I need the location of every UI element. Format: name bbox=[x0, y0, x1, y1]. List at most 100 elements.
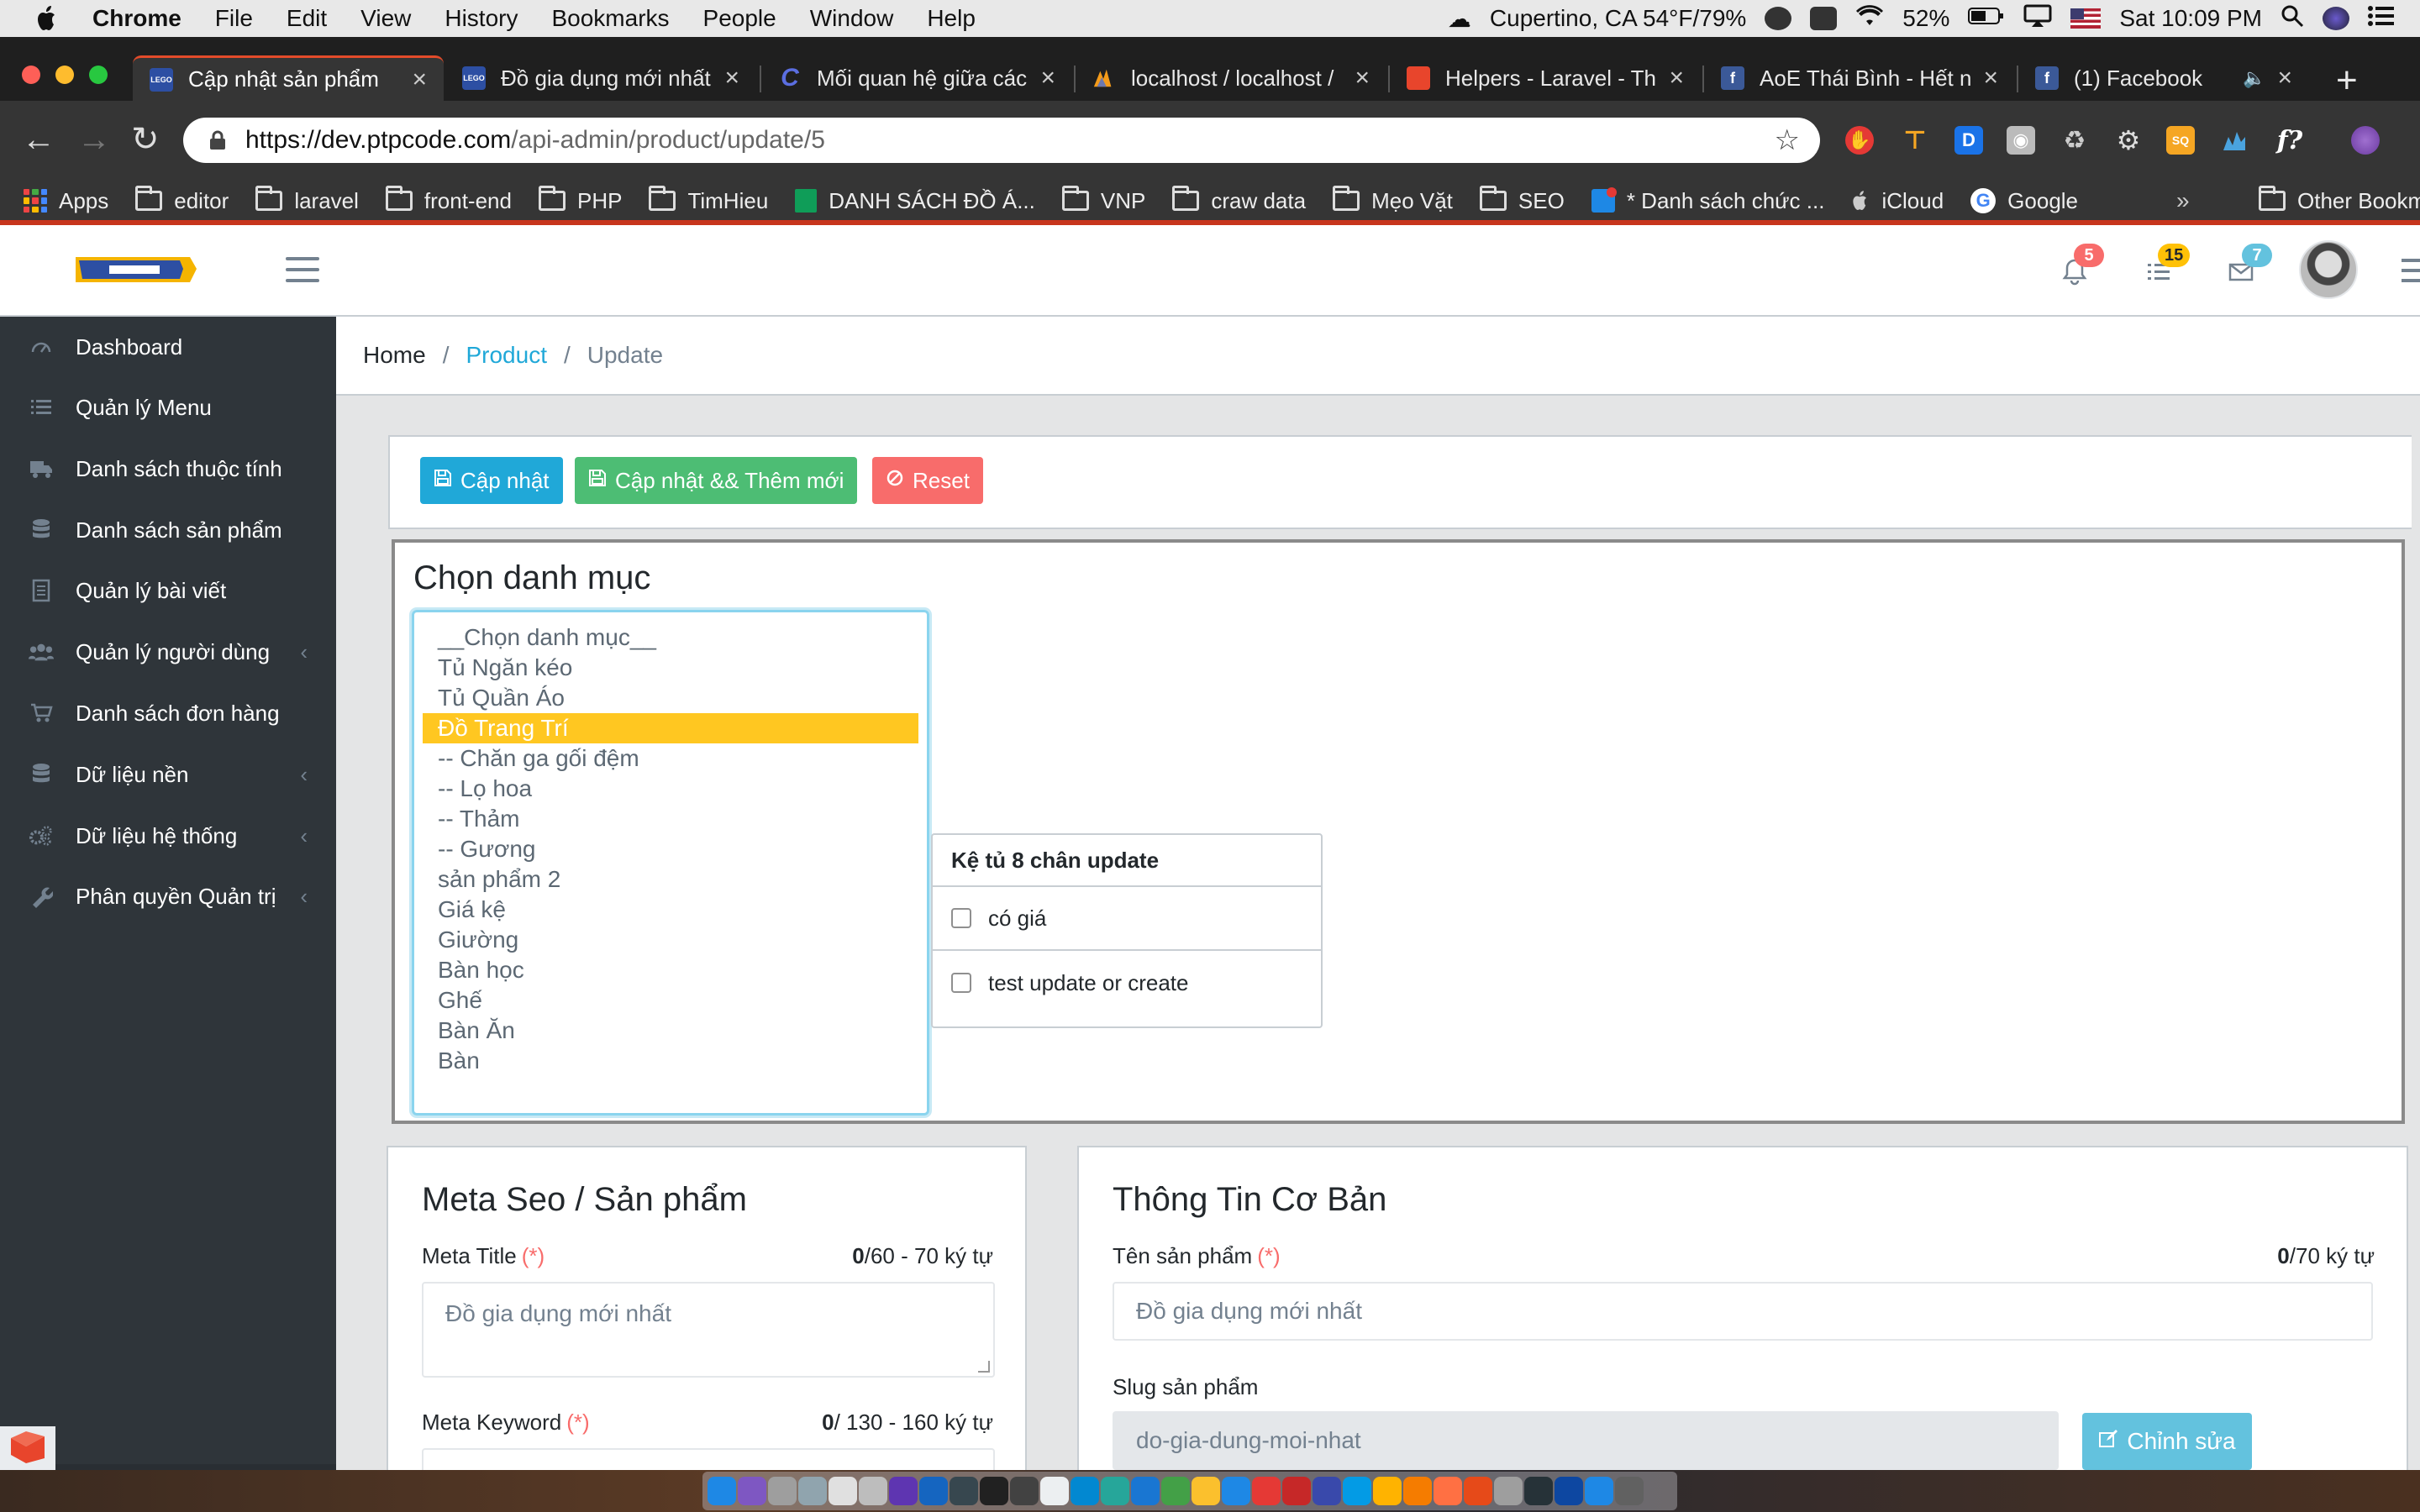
bookmark-editor[interactable]: editor bbox=[135, 186, 229, 214]
category-option[interactable]: __Chọn danh mục__ bbox=[423, 622, 918, 653]
category-option[interactable]: Tủ Ngăn kéo bbox=[423, 653, 918, 683]
product-name-input[interactable]: Đồ gia dụng mới nhất bbox=[1113, 1282, 2373, 1341]
dock-app-icon[interactable] bbox=[738, 1477, 766, 1505]
recycle-extension-icon[interactable]: ♻ bbox=[2060, 126, 2089, 155]
dock-app-icon[interactable] bbox=[1464, 1477, 1492, 1505]
menu-window[interactable]: Window bbox=[810, 5, 894, 32]
category-option[interactable]: Giá kệ bbox=[423, 895, 918, 925]
seoquake-extension-icon[interactable]: SQ bbox=[2166, 126, 2195, 155]
sidebar-item-base-data[interactable]: Dữ liệu nền ‹ bbox=[0, 744, 336, 805]
dock-app-icon[interactable] bbox=[1615, 1477, 1644, 1505]
tab-close-icon[interactable]: × bbox=[412, 66, 427, 94]
edit-slug-button[interactable]: Chỉnh sửa bbox=[2082, 1413, 2252, 1470]
dock-app-icon[interactable] bbox=[1192, 1477, 1220, 1505]
category-option[interactable]: Ghế bbox=[423, 985, 918, 1016]
update-and-new-button[interactable]: Cập nhật && Thêm mới bbox=[575, 457, 858, 504]
attribute-checkbox[interactable] bbox=[951, 908, 971, 928]
bookmark-meo-vat[interactable]: Mẹo Vặt bbox=[1333, 186, 1453, 214]
dock-app-icon[interactable] bbox=[1555, 1477, 1583, 1505]
menu-edit[interactable]: Edit bbox=[287, 5, 327, 32]
bookmark-craw-data[interactable]: craw data bbox=[1172, 186, 1306, 214]
dock-app-icon[interactable] bbox=[980, 1477, 1008, 1505]
dock-app-icon[interactable] bbox=[829, 1477, 857, 1505]
slug-input[interactable]: do-gia-dung-moi-nhat bbox=[1113, 1411, 2059, 1470]
siri-icon[interactable] bbox=[2323, 7, 2349, 30]
dock-app-icon[interactable] bbox=[1313, 1477, 1341, 1505]
attribute-option[interactable]: có giá bbox=[933, 887, 1321, 951]
window-close-button[interactable] bbox=[22, 66, 40, 84]
speaker-icon[interactable]: 🔈 bbox=[2243, 67, 2265, 89]
sidebar-item-attributes[interactable]: Danh sách thuộc tính bbox=[0, 438, 336, 499]
menu-view[interactable]: View bbox=[360, 5, 411, 32]
dock-app-icon[interactable] bbox=[1161, 1477, 1190, 1505]
forward-icon[interactable]: → bbox=[77, 123, 111, 156]
brand-logo[interactable] bbox=[71, 254, 200, 287]
sidebar-item-orders[interactable]: Danh sách đơn hàng bbox=[0, 683, 336, 743]
user-avatar[interactable] bbox=[2299, 240, 2358, 299]
dock-laravel-icon[interactable] bbox=[0, 1426, 55, 1470]
tab-aoe-thai-binh[interactable]: f AoE Thái Bình - Hết n × bbox=[1704, 55, 2015, 101]
dock-app-icon[interactable] bbox=[1403, 1477, 1432, 1505]
bookmarks-overflow-button[interactable]: » bbox=[2176, 187, 2190, 214]
dock-app-icon[interactable] bbox=[1222, 1477, 1250, 1505]
tab-close-icon[interactable]: × bbox=[1983, 64, 1998, 92]
category-option[interactable]: Bàn học bbox=[423, 955, 918, 985]
dock-app-icon[interactable] bbox=[950, 1477, 978, 1505]
chart-extension-icon[interactable] bbox=[2220, 126, 2249, 155]
settings-extension-icon[interactable]: ⚙ bbox=[2114, 125, 2143, 155]
dock-app-icon[interactable] bbox=[1343, 1477, 1371, 1505]
bookmark-other[interactable]: Other Bookmarks bbox=[2259, 186, 2420, 214]
dock-app-icon[interactable] bbox=[1131, 1477, 1160, 1505]
category-option[interactable]: -- Thảm bbox=[423, 804, 918, 834]
back-icon[interactable]: ← bbox=[22, 123, 55, 156]
dock-app-icon[interactable] bbox=[708, 1477, 736, 1505]
sidebar-item-menu[interactable]: Quản lý Menu bbox=[0, 377, 336, 438]
menu-history[interactable]: History bbox=[445, 5, 518, 32]
sidebar-item-users[interactable]: Quản lý người dùng ‹ bbox=[0, 622, 336, 682]
menu-file[interactable]: File bbox=[215, 5, 253, 32]
bookmark-danh-sach-do-an[interactable]: DANH SÁCH ĐỒ Á... bbox=[795, 188, 1035, 214]
sidebar-item-system-data[interactable]: Dữ liệu hệ thống ‹ bbox=[0, 806, 336, 866]
spotlight-search-icon[interactable] bbox=[2281, 4, 2304, 34]
sidebar-item-dashboard[interactable]: Dashboard bbox=[0, 317, 336, 377]
bookmark-apps[interactable]: Apps bbox=[24, 188, 108, 214]
tab-cap-nhat-san-pham[interactable]: LEGO Cập nhật sản phẩm × bbox=[133, 55, 444, 101]
dock-app-icon[interactable] bbox=[1101, 1477, 1129, 1505]
window-zoom-button[interactable] bbox=[89, 66, 108, 84]
sidebar-toggle-button[interactable] bbox=[286, 257, 319, 282]
dock-app-icon[interactable] bbox=[889, 1477, 918, 1505]
bookmark-laravel[interactable]: laravel bbox=[255, 186, 359, 214]
breadcrumb-product[interactable]: Product bbox=[466, 342, 547, 369]
app-menu-chrome[interactable]: Chrome bbox=[92, 5, 182, 32]
tab-helpers-laravel[interactable]: Helpers - Laravel - Th × bbox=[1390, 55, 1701, 101]
tab-close-icon[interactable]: × bbox=[2277, 64, 2292, 92]
battery-percent[interactable]: 52% bbox=[1902, 5, 1949, 32]
airplay-icon[interactable] bbox=[2023, 4, 2052, 34]
category-option[interactable]: -- Gương bbox=[423, 834, 918, 864]
dock-app-icon[interactable] bbox=[1040, 1477, 1069, 1505]
tab-close-icon[interactable]: × bbox=[1669, 64, 1684, 92]
attribute-checkbox[interactable] bbox=[951, 973, 971, 993]
bookmark-seo[interactable]: SEO bbox=[1479, 186, 1565, 214]
apple-menu-icon[interactable] bbox=[32, 3, 62, 34]
tab-moi-quan-he[interactable]: C Mối quan hệ giữa các × bbox=[761, 55, 1072, 101]
tab-localhost-pma[interactable]: localhost / localhost / × bbox=[1076, 55, 1386, 101]
dock-app-icon[interactable] bbox=[1373, 1477, 1402, 1505]
bookmark-timhieu[interactable]: TimHieu bbox=[649, 186, 768, 214]
dock-app-icon[interactable] bbox=[1585, 1477, 1613, 1505]
dock-app-icon[interactable] bbox=[1282, 1477, 1311, 1505]
aside-menu-toggle[interactable] bbox=[2402, 259, 2420, 282]
category-option[interactable]: Giường bbox=[423, 925, 918, 955]
category-option[interactable]: Đồ Trang Trí bbox=[423, 713, 918, 743]
profile-avatar-icon[interactable] bbox=[2351, 126, 2380, 155]
weather-icon[interactable]: ☁ bbox=[1448, 5, 1471, 33]
breadcrumb-home[interactable]: Home bbox=[363, 342, 426, 369]
bookmark-danh-sach-chuc[interactable]: * Danh sách chức ... bbox=[1591, 187, 1824, 214]
dock-app-icon[interactable] bbox=[768, 1477, 797, 1505]
weather-text[interactable]: Cupertino, CA 54°F/79% bbox=[1490, 5, 1746, 32]
meta-keyword-textarea[interactable] bbox=[422, 1448, 995, 1470]
bookmark-icloud[interactable]: iCloud bbox=[1851, 188, 1944, 214]
dock-app-icon[interactable] bbox=[1010, 1477, 1039, 1505]
tab-close-icon[interactable]: × bbox=[724, 64, 739, 92]
dock-app-icon[interactable] bbox=[1071, 1477, 1099, 1505]
